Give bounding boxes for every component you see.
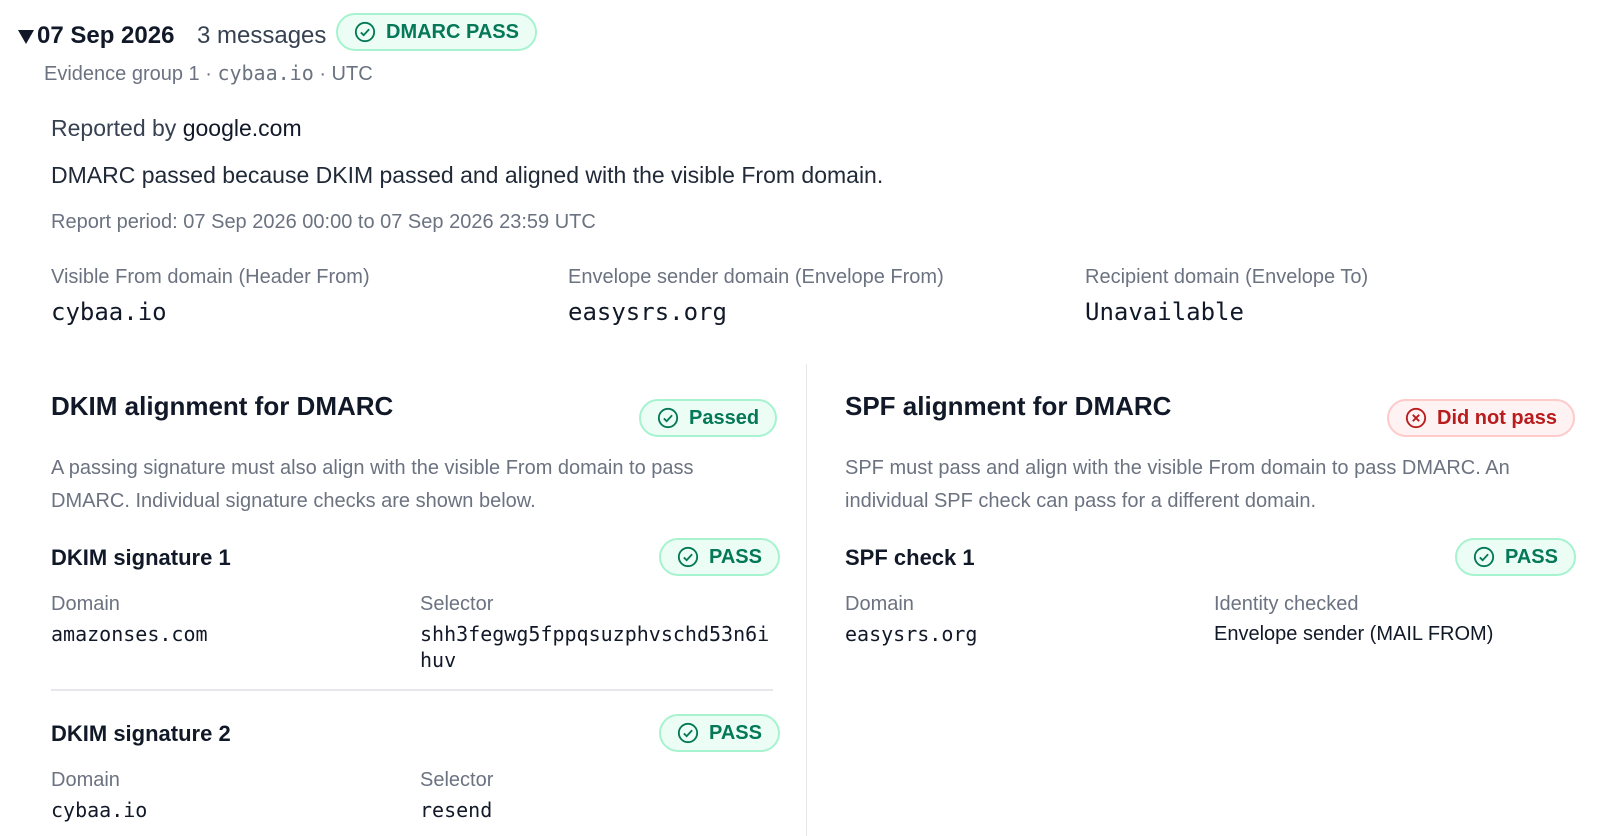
dkim-status-badge: Passed [639,399,778,437]
group-date[interactable]: 07 Sep 2026 [37,22,174,50]
result-label: PASS [709,545,762,568]
reported-by: Reported by google.com [51,115,302,142]
meta-suffix: · UTC [313,63,373,85]
check-circle-icon [657,407,679,429]
check-circle-icon [354,21,376,43]
signature-divider [51,689,773,691]
meta-prefix: Evidence group 1 · [44,63,218,85]
domain-label: Domain [845,593,914,615]
column-divider [806,364,807,836]
spf-check-1-identity: Envelope sender (MAIL FROM) [1214,623,1494,645]
identity-label: Identity checked [1214,593,1359,615]
dkim-section-title: DKIM alignment for DMARC [51,391,394,421]
result-label: PASS [709,721,762,744]
dkim-signature-1-title: DKIM signature 1 [51,545,231,570]
dkim-signature-1-selector-cont: huv [420,648,457,672]
selector-label: Selector [420,593,494,615]
envelope-to-label: Recipient domain (Envelope To) [1085,266,1369,288]
check-circle-icon [677,546,699,568]
report-period: Report period: 07 Sep 2026 00:00 to 07 S… [51,211,596,233]
spf-status-badge: Did not pass [1387,399,1576,437]
reported-prefix: Reported by [51,115,183,141]
dkim-description: A passing signature must also align with… [51,457,694,512]
check-circle-icon [1473,546,1495,568]
dkim-signature-1-domain: amazonses.com [51,622,208,646]
dkim-signature-1-result: PASS [659,538,780,576]
group-meta: Evidence group 1 · cybaa.io · UTC [44,61,373,86]
check-circle-icon [677,722,699,744]
dmarc-explanation: DMARC passed because DKIM passed and ali… [51,162,884,188]
selector-label: Selector [420,769,494,791]
message-count: 3 messages [197,22,327,49]
envelope-from-label: Envelope sender domain (Envelope From) [568,266,944,288]
dmarc-status-badge: DMARC PASS [336,13,537,51]
dmarc-status-label: DMARC PASS [386,20,519,43]
spf-description: SPF must pass and align with the visible… [845,457,1510,512]
spf-check-1-title: SPF check 1 [845,545,975,570]
dkim-signature-2-domain: cybaa.io [51,798,148,822]
domain-label: Domain [51,593,120,615]
caret-down-icon[interactable] [18,30,34,44]
header-from-value: cybaa.io [51,298,167,326]
dkim-signature-1-selector: shh3fegwg5fppqsuzphvschd53n6i [420,622,770,646]
reporter-domain: google.com [182,115,302,141]
dkim-status-label: Passed [689,406,760,429]
domain-label: Domain [51,769,120,791]
dkim-signature-2-selector: resend [420,798,493,822]
envelope-to-value: Unavailable [1085,298,1244,326]
result-label: PASS [1505,545,1558,568]
envelope-from-value: easysrs.org [568,298,727,326]
meta-domain: cybaa.io [217,61,314,85]
dkim-signature-2-result: PASS [659,714,780,752]
spf-status-label: Did not pass [1437,406,1558,429]
spf-check-1-result: PASS [1455,538,1576,576]
spf-check-1-domain: easysrs.org [845,622,978,646]
header-from-label: Visible From domain (Header From) [51,266,370,288]
spf-section-title: SPF alignment for DMARC [845,391,1172,421]
dkim-signature-2-title: DKIM signature 2 [51,721,231,746]
x-circle-icon [1405,407,1427,429]
